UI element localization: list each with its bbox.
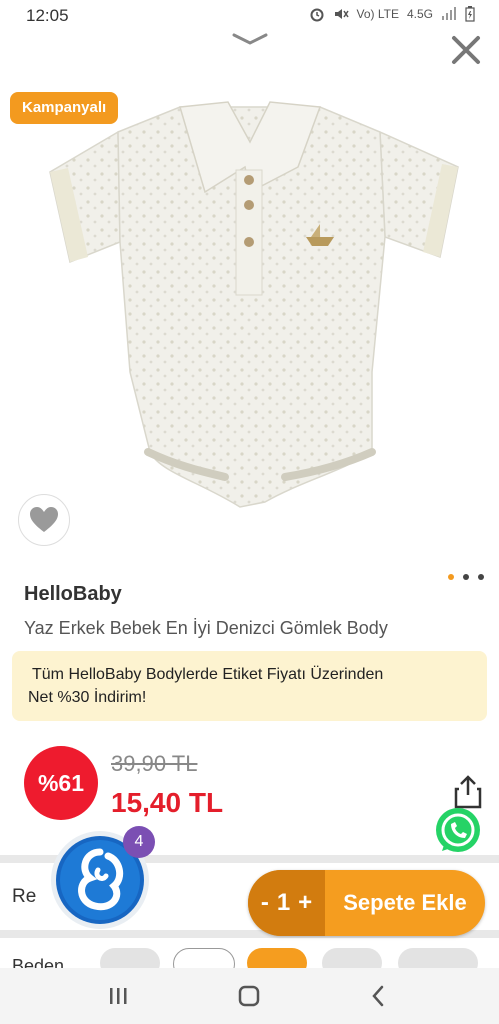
alarm-icon bbox=[310, 8, 324, 22]
campaign-badge: Kampanyalı bbox=[10, 92, 119, 124]
home-icon bbox=[238, 985, 260, 1007]
pagination-dot[interactable] bbox=[478, 574, 484, 580]
discount-badge: %61 bbox=[24, 746, 98, 820]
notification-badge: 4 bbox=[123, 826, 155, 858]
status-icons: Vo) LTE 4.5G bbox=[309, 6, 475, 22]
brand-name[interactable]: HelloBaby bbox=[24, 583, 122, 606]
home-button[interactable] bbox=[229, 978, 269, 1014]
product-title: Yaz Erkek Bebek En İyi Denizci Gömlek Bo… bbox=[24, 618, 388, 638]
pagination-dot[interactable] bbox=[448, 574, 454, 580]
old-price: 39,90 TL bbox=[111, 751, 198, 776]
status-time: 12:05 bbox=[26, 6, 69, 25]
whatsapp-icon[interactable] bbox=[432, 805, 484, 857]
battery-icon bbox=[465, 6, 475, 22]
quantity-stepper: - 1 + bbox=[248, 870, 325, 936]
pagination-dot[interactable] bbox=[463, 574, 469, 580]
close-icon[interactable] bbox=[448, 32, 484, 68]
recent-apps-icon bbox=[110, 988, 127, 1004]
product-image[interactable] bbox=[0, 72, 499, 560]
bodysuit-illustration bbox=[49, 101, 459, 508]
recent-apps-button[interactable] bbox=[98, 978, 138, 1014]
back-button[interactable] bbox=[358, 978, 398, 1014]
promo-text-line1: Tüm HelloBaby Bodylerde Etiket Fiyatı Üz… bbox=[32, 666, 384, 683]
signal-icon bbox=[442, 7, 456, 20]
back-icon bbox=[372, 985, 384, 1007]
decrement-button[interactable]: - bbox=[261, 889, 269, 917]
image-pagination[interactable] bbox=[448, 574, 484, 580]
color-label: Re bbox=[12, 886, 37, 907]
system-navigation-bar bbox=[0, 968, 499, 1024]
heart-icon bbox=[30, 507, 58, 532]
new-price: 15,40 TL bbox=[111, 787, 224, 818]
signal-label: 4.5G bbox=[406, 7, 433, 21]
share-icon[interactable] bbox=[453, 775, 483, 809]
favorite-button[interactable] bbox=[18, 494, 70, 546]
status-bar: 12:05 Vo) LTE 4.5G bbox=[0, 0, 499, 30]
promo-banner: Tüm HelloBaby Bodylerde Etiket Fiyatı Üz… bbox=[12, 651, 487, 721]
add-to-cart-button[interactable]: Sepete Ekle bbox=[325, 870, 485, 936]
add-to-cart-bar: - 1 + Sepete Ekle bbox=[248, 870, 485, 936]
network-label: Vo) LTE bbox=[356, 7, 399, 21]
collapse-chevron-icon[interactable] bbox=[231, 30, 269, 48]
quantity-value: 1 bbox=[276, 889, 291, 916]
mute-icon bbox=[334, 9, 349, 19]
increment-button[interactable]: + bbox=[298, 889, 312, 917]
promo-text-line2: Net %30 İndirim! bbox=[28, 689, 147, 706]
